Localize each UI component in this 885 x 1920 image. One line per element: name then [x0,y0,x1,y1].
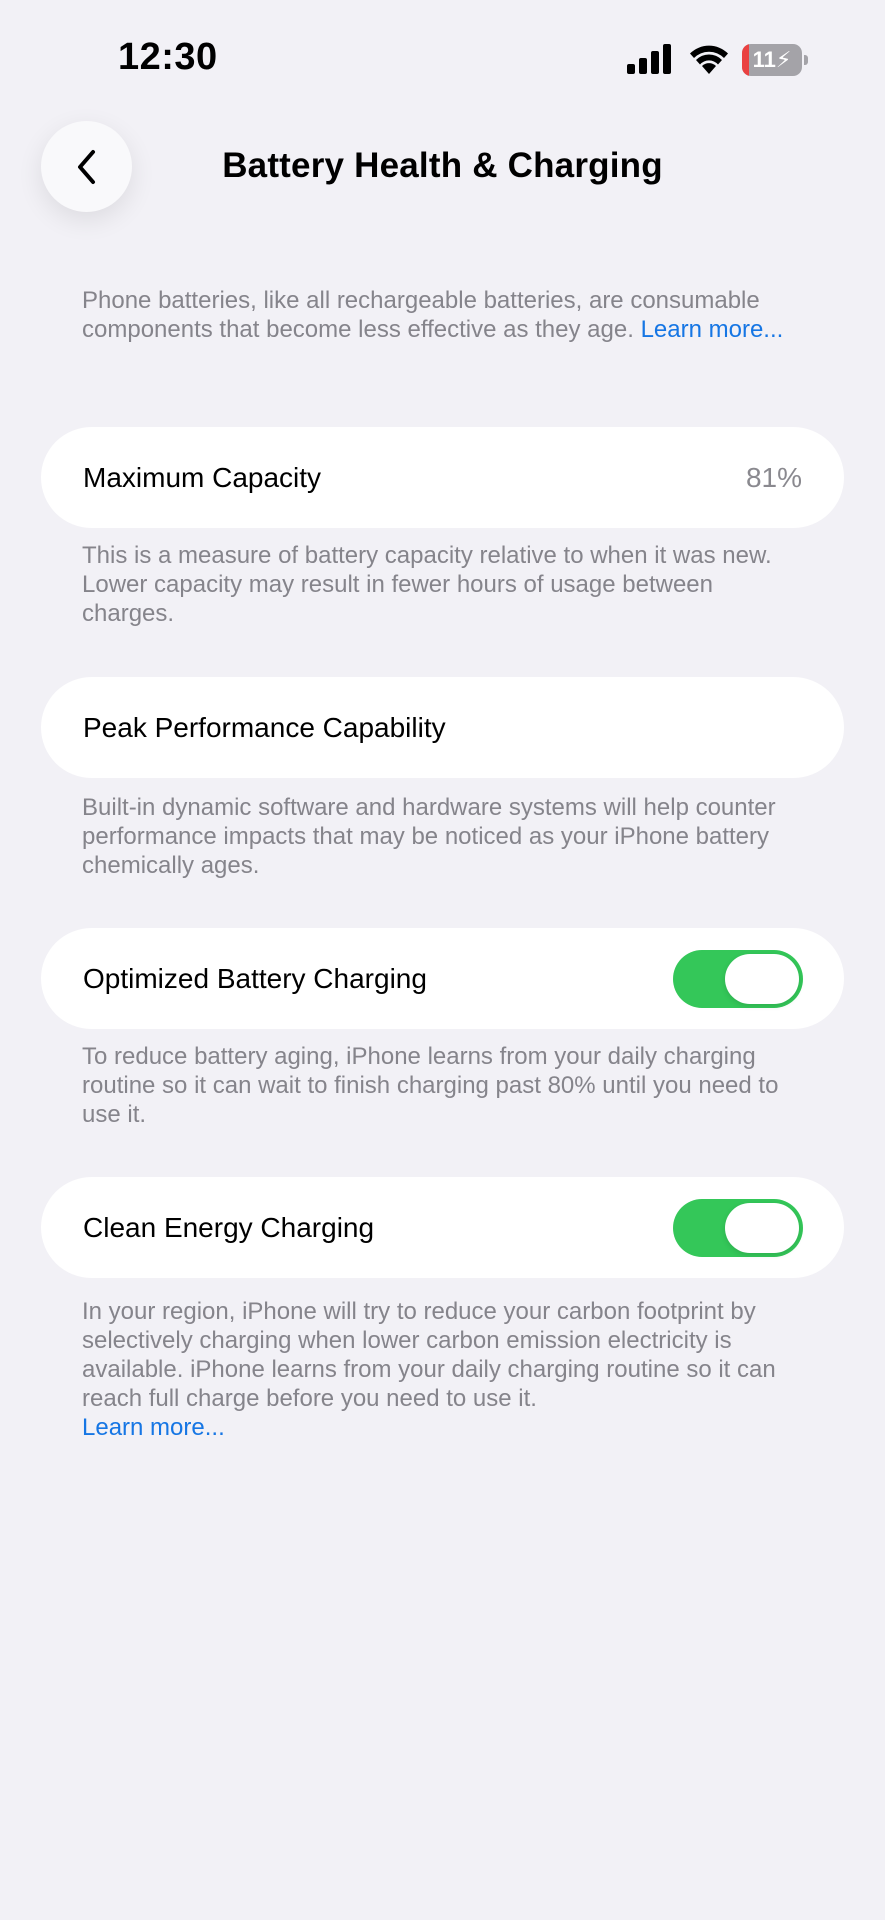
battery-level-text: 11 [752,47,776,72]
peak-performance-row[interactable]: Peak Performance Capability [41,677,844,778]
optimized-charging-label: Optimized Battery Charging [83,963,427,994]
clean-energy-toggle[interactable] [673,1199,803,1257]
status-bar: 12:30 11⚡ [0,0,885,120]
intro-text: Phone batteries, like all rechargeable b… [82,286,802,344]
charging-bolt-icon: ⚡ [775,47,792,72]
clean-energy-row: Clean Energy Charging [41,1177,844,1278]
learn-more-link[interactable]: Learn more... [641,316,784,343]
battery-health-screen: 12:30 11⚡ Battery Health & Charging Phon… [0,0,885,1920]
maximum-capacity-row: Maximum Capacity 81% [41,427,844,528]
status-time: 12:30 [118,36,218,78]
optimized-charging-row: Optimized Battery Charging [41,928,844,1029]
optimized-charging-footnote: To reduce battery aging, iPhone learns f… [82,1043,779,1128]
page-title: Battery Health & Charging [222,146,663,185]
toggle-knob [725,1203,799,1253]
toggle-knob [725,954,799,1004]
maximum-capacity-label: Maximum Capacity [83,462,322,493]
clean-energy-footnote: In your region, iPhone will try to reduc… [82,1297,802,1442]
clean-energy-label: Clean Energy Charging [83,1212,375,1243]
peak-performance-label: Peak Performance Capability [83,712,446,743]
peak-performance-footnote: Built-in dynamic software and hardware s… [82,794,776,879]
clean-energy-learn-more-link[interactable]: Learn more... [82,1414,225,1441]
maximum-capacity-footnote: This is a measure of battery capacity re… [82,542,772,627]
battery-charging-icon: 11⚡ [742,44,808,76]
wifi-icon [690,45,728,74]
optimized-charging-toggle[interactable] [673,950,803,1008]
clean-energy-body: In your region, iPhone will try to reduc… [82,1298,776,1412]
signal-icon [627,44,671,74]
maximum-capacity-value: 81% [745,462,802,493]
